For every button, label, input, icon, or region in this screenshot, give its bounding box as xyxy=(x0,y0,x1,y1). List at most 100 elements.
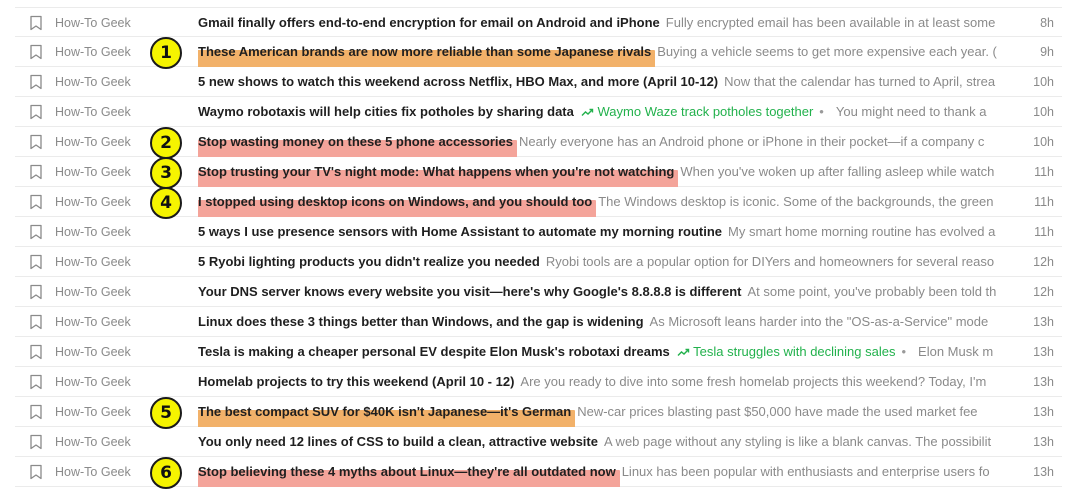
list-item[interactable]: How-To Geek 5 Ryobi lighting products you… xyxy=(15,247,1062,277)
bookmark-icon[interactable] xyxy=(29,74,43,90)
bookmark-icon[interactable] xyxy=(29,344,43,360)
article-title[interactable]: Stop wasting money on these 5 phone acce… xyxy=(198,134,517,157)
list-item[interactable]: How-To Geek Waymo robotaxis will help cit… xyxy=(15,97,1062,127)
list-item[interactable]: How-To Geek Gmail finally offers end-to-e… xyxy=(15,7,1062,37)
source-label: How-To Geek xyxy=(55,465,131,479)
article-title[interactable]: Stop believing these 4 myths about Linux… xyxy=(198,464,620,487)
source-label: How-To Geek xyxy=(55,45,131,59)
list-item[interactable]: How-To Geek You only need 12 lines of CSS… xyxy=(15,427,1062,457)
source-label: How-To Geek xyxy=(55,75,131,89)
article-title[interactable]: 5 Ryobi lighting products you didn't rea… xyxy=(198,254,540,269)
article-title-text: Gmail finally offers end-to-end encrypti… xyxy=(198,15,660,30)
article-title-text: Your DNS server knows every website you … xyxy=(198,284,742,299)
article-content: Stop believing these 4 myths about Linux… xyxy=(198,457,1023,487)
article-title[interactable]: These American brands are now more relia… xyxy=(198,44,656,67)
bookmark-icon[interactable] xyxy=(29,314,43,330)
article-title-text: Tesla is making a cheaper personal EV de… xyxy=(198,344,670,359)
article-time: 13h xyxy=(1033,405,1054,419)
source-label: How-To Geek xyxy=(55,255,131,269)
article-snippet: As Microsoft leans harder into the "OS-a… xyxy=(649,314,989,329)
article-time: 10h xyxy=(1033,105,1054,119)
trend-tag-label: Tesla struggles with declining sales xyxy=(693,344,896,359)
article-snippet: A web page without any styling is like a… xyxy=(603,434,992,449)
article-content: Stop trusting your TV's night mode: What… xyxy=(198,157,1023,187)
article-snippet: At some point, you've probably been told… xyxy=(747,284,997,299)
source-label: How-To Geek xyxy=(55,375,131,389)
article-title[interactable]: 5 ways I use presence sensors with Home … xyxy=(198,224,722,239)
bookmark-icon[interactable] xyxy=(29,194,43,210)
article-title-text: Homelab projects to try this weekend (Ap… xyxy=(198,374,515,389)
article-snippet: Are you ready to dive into some fresh ho… xyxy=(520,374,987,389)
article-time: 13h xyxy=(1033,315,1054,329)
article-snippet: New-car prices blasting past $50,000 hav… xyxy=(577,404,978,419)
source-label: How-To Geek xyxy=(55,105,131,119)
article-title[interactable]: Linux does these 3 things better than Wi… xyxy=(198,314,644,329)
bookmark-icon[interactable] xyxy=(29,44,43,60)
article-content: Your DNS server knows every website you … xyxy=(198,277,1023,307)
list-item[interactable]: How-To Geek 5 new shows to watch this wee… xyxy=(15,67,1062,97)
article-content: The best compact SUV for $40K isn't Japa… xyxy=(198,397,1023,427)
article-content: 5 ways I use presence sensors with Home … xyxy=(198,217,1023,247)
article-content: Tesla is making a cheaper personal EV de… xyxy=(198,337,1023,367)
bookmark-icon[interactable] xyxy=(29,464,43,480)
source-label: How-To Geek xyxy=(55,435,131,449)
trend-up-icon xyxy=(677,344,690,359)
bookmark-icon[interactable] xyxy=(29,254,43,270)
source-label: How-To Geek xyxy=(55,16,131,30)
article-title[interactable]: Stop trusting your TV's night mode: What… xyxy=(198,164,679,187)
bookmark-icon[interactable] xyxy=(29,164,43,180)
source-label: How-To Geek xyxy=(55,135,131,149)
article-time: 13h xyxy=(1033,435,1054,449)
bookmark-icon[interactable] xyxy=(29,374,43,390)
article-snippet: The Windows desktop is iconic. Some of t… xyxy=(598,194,994,209)
article-title[interactable]: I stopped using desktop icons on Windows… xyxy=(198,194,597,217)
list-item[interactable]: How-To Geek Homelab projects to try this … xyxy=(15,367,1062,397)
article-time: 11h xyxy=(1034,165,1054,179)
article-title-text: Stop wasting money on these 5 phone acce… xyxy=(198,134,513,149)
article-title[interactable]: Homelab projects to try this weekend (Ap… xyxy=(198,374,514,389)
article-content: These American brands are now more relia… xyxy=(198,37,1023,67)
article-title-text: The best compact SUV for $40K isn't Japa… xyxy=(198,404,572,419)
trend-tag[interactable]: Waymo Waze track potholes together xyxy=(581,104,813,119)
list-item[interactable]: How-To Geek 5 ways I use presence sensors… xyxy=(15,217,1062,247)
article-title[interactable]: Tesla is making a cheaper personal EV de… xyxy=(198,344,670,359)
article-title[interactable]: The best compact SUV for $40K isn't Japa… xyxy=(198,404,576,427)
list-item[interactable]: How-To Geek Tesla is making a cheaper per… xyxy=(15,337,1062,367)
article-snippet: Buying a vehicle seems to get more expen… xyxy=(657,44,997,59)
article-title[interactable]: Your DNS server knows every website you … xyxy=(198,284,741,299)
article-time: 11h xyxy=(1034,195,1054,209)
article-title[interactable]: Waymo robotaxis will help cities fix pot… xyxy=(198,104,574,119)
bookmark-icon[interactable] xyxy=(29,284,43,300)
bookmark-icon[interactable] xyxy=(29,104,43,120)
list-item[interactable]: How-To Geek Your DNS server knows every w… xyxy=(15,277,1062,307)
article-time: 10h xyxy=(1033,75,1054,89)
source-label: How-To Geek xyxy=(55,405,131,419)
article-snippet: My smart home morning routine has evolve… xyxy=(728,224,996,239)
bookmark-icon[interactable] xyxy=(29,134,43,150)
article-snippet: You might need to thank a xyxy=(835,104,987,119)
article-time: 8h xyxy=(1040,16,1054,30)
article-title-text: These American brands are now more relia… xyxy=(198,44,652,59)
annotation-badge: 1 xyxy=(150,37,182,69)
article-title[interactable]: 5 new shows to watch this weekend across… xyxy=(198,74,718,89)
trend-tag[interactable]: Tesla struggles with declining sales xyxy=(677,344,896,359)
article-title[interactable]: You only need 12 lines of CSS to build a… xyxy=(198,434,598,449)
article-time: 13h xyxy=(1033,465,1054,479)
article-content: 5 new shows to watch this weekend across… xyxy=(198,67,1023,97)
bookmark-icon[interactable] xyxy=(29,434,43,450)
list-item[interactable]: How-To Geek Linux does these 3 things bet… xyxy=(15,307,1062,337)
article-snippet: Linux has been popular with enthusiasts … xyxy=(621,464,990,479)
article-title-text: Stop believing these 4 myths about Linux… xyxy=(198,464,616,479)
article-title-text: You only need 12 lines of CSS to build a… xyxy=(198,434,598,449)
article-time: 9h xyxy=(1040,45,1054,59)
article-content: Linux does these 3 things better than Wi… xyxy=(198,307,1023,337)
article-content: 5 Ryobi lighting products you didn't rea… xyxy=(198,247,1023,277)
article-time: 13h xyxy=(1033,375,1054,389)
bookmark-icon[interactable] xyxy=(29,224,43,240)
bookmark-icon[interactable] xyxy=(29,404,43,420)
article-title[interactable]: Gmail finally offers end-to-end encrypti… xyxy=(198,15,660,30)
bookmark-icon[interactable] xyxy=(29,15,43,31)
article-time: 10h xyxy=(1033,135,1054,149)
article-time: 13h xyxy=(1033,345,1054,359)
article-content: Waymo robotaxis will help cities fix pot… xyxy=(198,97,1023,127)
